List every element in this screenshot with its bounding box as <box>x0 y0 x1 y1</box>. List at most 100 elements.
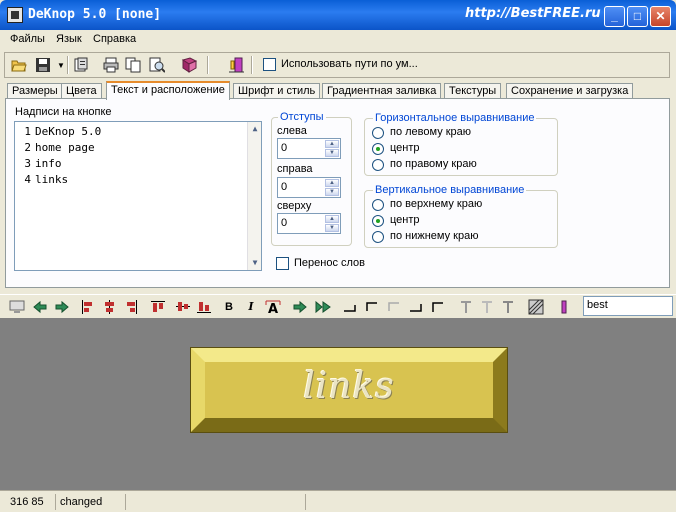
tab-save-load[interactable]: Сохранение и загрузка <box>506 83 634 99</box>
print-icon[interactable] <box>103 57 119 73</box>
exit-door-icon[interactable] <box>228 57 244 73</box>
radio-label: по левому краю <box>390 126 472 138</box>
tab-gradient-fill[interactable]: Градиентная заливка <box>322 83 442 99</box>
radio-button[interactable] <box>372 159 384 171</box>
spinner-buttons: ▲ ▼ <box>325 140 339 157</box>
align-left-icon[interactable] <box>80 299 96 315</box>
margin-right-spinner[interactable]: 0 ▲ ▼ <box>277 177 341 198</box>
align-center-icon[interactable] <box>102 299 118 315</box>
vertical-align-group: Вертикальное выравнивание по верхнему кр… <box>364 184 558 248</box>
margin-top-spinner[interactable]: 0 ▲ ▼ <box>277 213 341 234</box>
bevel-bottom-icon[interactable] <box>408 299 424 315</box>
spin-down-icon[interactable]: ▼ <box>325 149 339 157</box>
tab-sizes[interactable]: Размеры <box>7 83 63 99</box>
button-captions-textarea[interactable]: 1 2 3 4 DeKnop 5.0 home page info links … <box>14 121 262 271</box>
margin-right-label: справа <box>277 163 313 175</box>
spin-down-icon[interactable]: ▼ <box>325 224 339 232</box>
use-default-paths-checkbox[interactable] <box>263 58 276 71</box>
help-book-icon[interactable] <box>181 57 197 73</box>
menu-bar: Файлы Язык Справка <box>0 30 676 49</box>
horizontal-align-title: Горизонтальное выравнивание <box>373 112 537 124</box>
close-button[interactable]: ✕ <box>650 6 671 27</box>
app-icon[interactable] <box>7 7 23 23</box>
font-name-input[interactable]: best <box>583 296 673 316</box>
radio-button[interactable] <box>372 199 384 211</box>
menu-help[interactable]: Справка <box>93 33 136 45</box>
align-top-icon[interactable] <box>150 299 166 315</box>
bevel-top-icon[interactable] <box>430 299 446 315</box>
arrow-right-icon[interactable] <box>54 299 70 315</box>
word-wrap-label: Перенос слов <box>294 257 366 269</box>
text-shadow-icon[interactable] <box>458 299 474 315</box>
monitor-icon[interactable] <box>9 299 25 315</box>
vertical-align-title: Вертикальное выравнивание <box>373 184 527 196</box>
spin-up-icon[interactable]: ▲ <box>325 179 339 187</box>
svg-text:A: A <box>268 302 278 315</box>
font-color-icon[interactable] <box>556 299 572 315</box>
word-wrap-checkbox[interactable] <box>276 257 289 270</box>
caption-line: DeKnop 5.0 <box>35 125 102 138</box>
margin-top-value: 0 <box>281 217 288 229</box>
spin-down-icon[interactable]: ▼ <box>325 188 339 196</box>
tab-text-layout[interactable]: Текст и расположение <box>106 81 230 100</box>
radio-label: по правому краю <box>390 158 477 170</box>
radio-button[interactable] <box>372 231 384 243</box>
corner-disabled-icon[interactable] <box>386 299 402 315</box>
line-numbers: 1 2 3 4 <box>17 124 31 188</box>
button-preview-label: links <box>303 366 395 407</box>
save-icon[interactable] <box>35 57 51 73</box>
menu-files[interactable]: Файлы <box>10 33 45 45</box>
status-coords: 316 85 <box>6 494 56 510</box>
move-right-icon[interactable] <box>292 299 308 315</box>
align-right-icon[interactable] <box>123 299 139 315</box>
scroll-up-icon[interactable]: ▲ <box>249 123 261 135</box>
radio-label: центр <box>390 214 420 226</box>
margin-left-label: слева <box>277 125 307 137</box>
line-number: 2 <box>24 141 31 154</box>
main-toolbar: ▼ Использовать пути по ум... <box>4 52 670 78</box>
title-bar[interactable]: DeKnop 5.0 [none] http://BestFREE.ru _ □… <box>0 0 676 30</box>
captions-scrollbar[interactable]: ▲ ▼ <box>247 122 261 270</box>
radio-button[interactable] <box>372 143 384 155</box>
preview-canvas[interactable]: links <box>0 318 676 490</box>
spin-up-icon[interactable]: ▲ <box>325 140 339 148</box>
tab-colors[interactable]: Цвета <box>61 83 102 99</box>
minimize-button[interactable]: _ <box>604 6 625 27</box>
toolbar-separator <box>251 56 253 74</box>
open-folder-icon[interactable] <box>11 57 27 73</box>
text-plain-icon[interactable] <box>500 299 516 315</box>
corner-bottom-right-icon[interactable] <box>342 299 358 315</box>
align-middle-icon[interactable] <box>175 299 191 315</box>
radio-button[interactable] <box>372 215 384 227</box>
toolbar-separator <box>207 56 209 74</box>
text-emboss-icon[interactable] <box>479 299 495 315</box>
toolbar-separator <box>67 56 69 74</box>
format-toolbar: B I A best <box>0 294 676 318</box>
italic-button[interactable]: I <box>243 299 259 315</box>
radio-label: центр <box>390 142 420 154</box>
radio-button[interactable] <box>372 127 384 139</box>
copy-icon[interactable] <box>125 57 141 73</box>
button-preview[interactable]: links <box>190 347 508 433</box>
fast-forward-icon[interactable] <box>315 299 331 315</box>
font-size-icon[interactable]: A <box>265 299 281 315</box>
batch-icon[interactable] <box>73 57 89 73</box>
pattern-icon[interactable] <box>528 299 544 315</box>
bold-button[interactable]: B <box>221 299 237 315</box>
caption-line: home page <box>35 141 95 154</box>
horizontal-align-group: Горизонтальное выравнивание по левому кр… <box>364 112 558 176</box>
preview-zoom-icon[interactable] <box>149 57 165 73</box>
watermark: http://BestFREE.ru <box>465 6 601 21</box>
menu-language[interactable]: Язык <box>56 33 82 45</box>
tab-textures[interactable]: Текстуры <box>444 83 502 99</box>
margins-group: Отступы слева 0 ▲ ▼ справа 0 ▲ ▼ сверху … <box>271 111 352 246</box>
corner-top-left-icon[interactable] <box>364 299 380 315</box>
maximize-button[interactable]: □ <box>627 6 648 27</box>
tab-font-style[interactable]: Шрифт и стиль <box>233 83 321 99</box>
arrow-left-icon[interactable] <box>32 299 48 315</box>
scroll-down-icon[interactable]: ▼ <box>249 257 261 269</box>
line-number: 3 <box>24 157 31 170</box>
spin-up-icon[interactable]: ▲ <box>325 215 339 223</box>
margin-left-spinner[interactable]: 0 ▲ ▼ <box>277 138 341 159</box>
align-bottom-icon[interactable] <box>196 299 212 315</box>
